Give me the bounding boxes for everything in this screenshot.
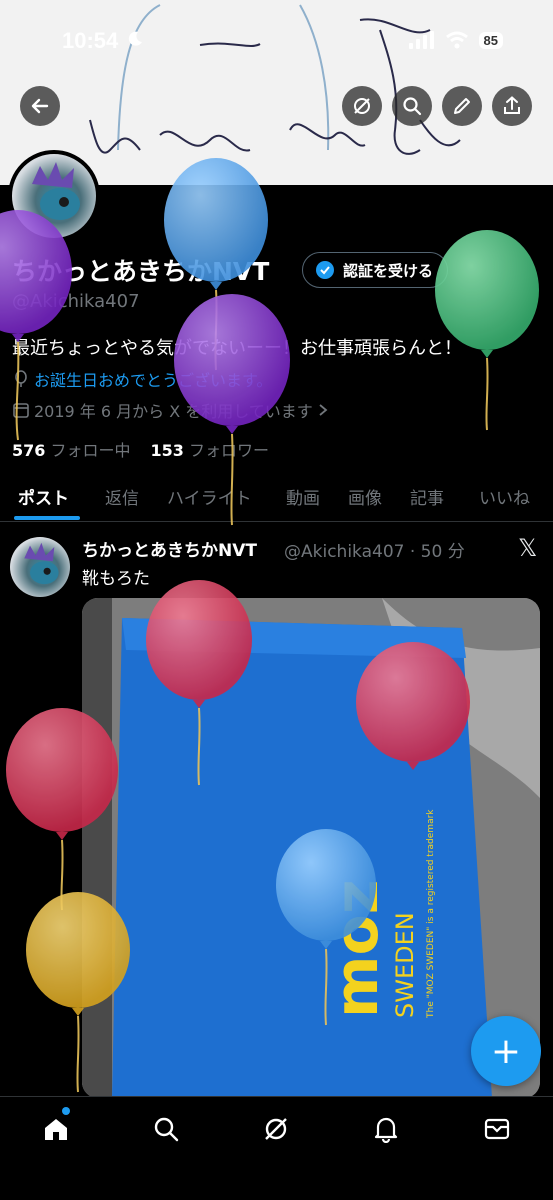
- birthday-line: お誕生日おめでとうございます。: [12, 367, 272, 391]
- post-author-name[interactable]: ちかっとあきちかNVT: [82, 536, 257, 561]
- nav-notifications[interactable]: [370, 1113, 402, 1145]
- get-verified-button[interactable]: 認証を受ける: [302, 252, 449, 288]
- search-icon: [403, 97, 422, 116]
- followers-count: 153: [150, 441, 184, 460]
- home-icon: [45, 1119, 67, 1140]
- verified-badge-icon: [316, 261, 334, 279]
- back-button[interactable]: [20, 86, 60, 126]
- avatar-image: [24, 542, 59, 585]
- nav-search[interactable]: [150, 1113, 182, 1145]
- tab-replies[interactable]: 返信: [105, 484, 139, 509]
- profile-handle: @Akichika407: [12, 291, 140, 312]
- following-link[interactable]: 576 フォロー中: [12, 437, 131, 461]
- x-logo-icon[interactable]: 𝕏: [518, 534, 537, 562]
- search-button[interactable]: [392, 86, 432, 126]
- share-icon: [504, 96, 520, 114]
- post-avatar[interactable]: [10, 537, 70, 597]
- pencil-icon: [454, 98, 470, 114]
- post-author-handle: @Akichika407: [284, 542, 405, 562]
- wifi-icon: [445, 31, 468, 49]
- post-text: 靴もろた: [82, 569, 150, 589]
- profile-bio: 最近ちょっとやる気がでないーー！お仕事頑張らんと！: [12, 338, 462, 359]
- grok-icon: [354, 98, 370, 114]
- nav-grok[interactable]: [260, 1113, 292, 1145]
- bell-icon: [374, 1117, 398, 1143]
- shoebox-photo: moz SWEDEN The "MOZ SWEDEN" is a registe…: [82, 598, 540, 1098]
- tab-photos[interactable]: 画像: [348, 484, 382, 509]
- avatar-image: [32, 162, 80, 220]
- joined-line: 2019 年 6 月から X を利用しています: [12, 398, 329, 422]
- chevron-right-icon: [319, 404, 328, 416]
- profile-avatar[interactable]: [8, 150, 100, 242]
- arrow-left-icon: [31, 98, 49, 114]
- tab-videos[interactable]: 動画: [286, 484, 320, 509]
- follow-stats: 576 フォロー中 153 フォロワー: [12, 437, 269, 461]
- brand-trademark-text: The "MOZ SWEDEN" is a registered tradema…: [426, 809, 436, 1019]
- search-icon: [154, 1117, 179, 1142]
- compose-post-button[interactable]: +: [471, 1016, 541, 1086]
- balloon-icon: [15, 370, 27, 387]
- status-time: 10:54: [62, 28, 119, 53]
- following-count: 576: [12, 441, 46, 460]
- share-button[interactable]: [492, 86, 532, 126]
- tab-posts[interactable]: ポスト: [18, 484, 69, 509]
- profile-tabs: ポスト 返信 ハイライト 動画 画像 記事 いいね: [0, 468, 553, 522]
- calendar-icon: [13, 403, 29, 418]
- tab-highlights[interactable]: ハイライト: [167, 484, 252, 509]
- edit-button[interactable]: [442, 86, 482, 126]
- balloon-green: [435, 230, 539, 431]
- nav-messages[interactable]: [481, 1113, 513, 1145]
- profile-name: ちかっとあきちかNVT: [12, 257, 270, 286]
- tab-articles[interactable]: 記事: [410, 484, 444, 509]
- moon-icon: [128, 31, 142, 46]
- grok-button[interactable]: [342, 86, 382, 126]
- get-verified-label: 認証を受ける: [343, 261, 434, 280]
- battery-indicator: 85: [478, 31, 503, 49]
- brand-logo-text: moz: [322, 879, 392, 1018]
- status-icons: 85: [408, 31, 503, 49]
- post-image[interactable]: moz SWEDEN The "MOZ SWEDEN" is a registe…: [82, 598, 540, 1098]
- mail-icon: [484, 1118, 510, 1140]
- birthday-text[interactable]: お誕生日おめでとうございます。: [34, 367, 272, 391]
- grok-icon: [265, 1118, 287, 1140]
- brand-subline-text: SWEDEN: [391, 912, 419, 1018]
- following-label: フォロー中: [50, 441, 131, 460]
- status-bar: 10:54 85: [0, 0, 553, 80]
- notification-dot: [62, 1107, 70, 1115]
- post-meta: @Akichika407 · 50 分: [284, 542, 465, 562]
- nav-home[interactable]: [40, 1113, 72, 1145]
- post-time: 50 分: [420, 542, 465, 562]
- joined-text: 2019 年 6 月から X を利用しています: [34, 402, 313, 421]
- tab-indicator: [14, 516, 80, 520]
- bottom-navigation: [0, 1096, 553, 1200]
- cellular-signal-icon: [408, 31, 434, 49]
- followers-link[interactable]: 153 フォロワー: [151, 437, 270, 461]
- followers-label: フォロワー: [189, 441, 270, 460]
- plus-icon: +: [490, 1030, 522, 1072]
- tab-likes[interactable]: いいね: [479, 484, 530, 509]
